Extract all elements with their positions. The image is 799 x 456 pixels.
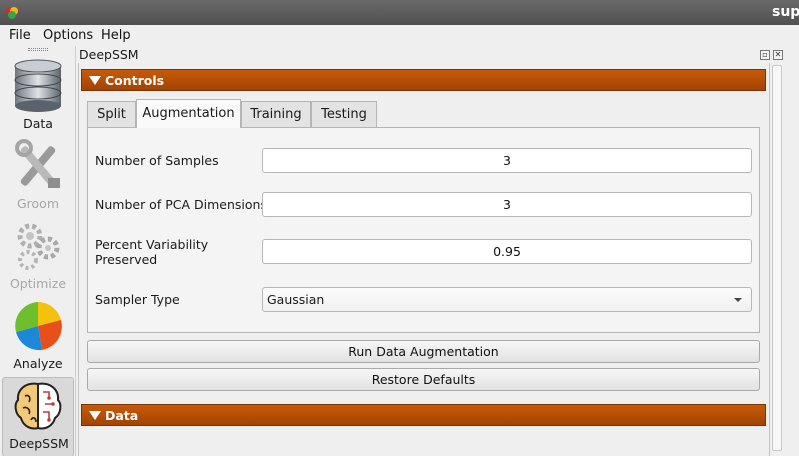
module-analyze-label: Analyze (13, 356, 63, 371)
module-analyze-button[interactable]: Analyze (2, 298, 74, 378)
num-pca-label: Number of PCA Dimensions (95, 197, 267, 212)
brain-icon (14, 382, 62, 430)
num-pca-input[interactable]: 3 (262, 192, 752, 217)
toolbar-grip[interactable] (28, 48, 48, 51)
num-samples-input[interactable]: 3 (262, 148, 752, 173)
controls-section-header[interactable]: Controls (81, 69, 766, 91)
vertical-scrollbar[interactable] (770, 63, 786, 456)
data-section-header[interactable]: Data (81, 404, 766, 426)
menu-file[interactable]: File (9, 28, 31, 43)
module-optimize-label: Optimize (9, 276, 67, 291)
module-data-label: Data (23, 116, 53, 131)
module-groom-button[interactable]: Groom (2, 138, 74, 218)
collapse-triangle-icon (89, 411, 101, 420)
tab-training[interactable]: Training (241, 101, 311, 127)
dock-close-icon[interactable]: ✕ (773, 50, 783, 60)
collapse-triangle-icon (89, 76, 101, 85)
num-samples-label: Number of Samples (95, 153, 219, 168)
tab-testing[interactable]: Testing (311, 101, 377, 127)
tools-icon (15, 139, 60, 188)
gears-icon (17, 223, 60, 270)
controls-section-label: Controls (105, 73, 165, 88)
chevron-down-icon (734, 298, 742, 302)
module-deepssm-label: DeepSSM (9, 436, 69, 451)
module-toolbar: Data Groom Optimize Analyze DeepSSM (0, 46, 76, 456)
dock-title: DeepSSM (79, 47, 139, 62)
pie-chart-icon (15, 302, 62, 351)
menu-bar: File Options Help (0, 25, 799, 46)
menu-options[interactable]: Options (43, 28, 93, 43)
restore-defaults-button[interactable]: Restore Defaults (87, 368, 760, 391)
window-title-bar: sup (0, 0, 799, 25)
tab-augmentation[interactable]: Augmentation (136, 99, 241, 128)
sampler-type-value: Gaussian (267, 292, 325, 307)
module-optimize-button[interactable]: Optimize (2, 218, 74, 298)
database-icon (14, 59, 62, 112)
percent-variability-label: Percent Variability Preserved (95, 237, 209, 267)
app-logo-icon (6, 7, 18, 19)
module-data-button[interactable]: Data (2, 58, 74, 138)
run-data-augmentation-button[interactable]: Run Data Augmentation (87, 340, 760, 363)
data-section-label: Data (105, 408, 139, 423)
window-title: sup (772, 4, 799, 20)
menu-help[interactable]: Help (101, 28, 131, 43)
sampler-type-label: Sampler Type (95, 292, 180, 307)
module-deepssm-button[interactable]: DeepSSM (2, 377, 74, 456)
sampler-type-select[interactable]: Gaussian (262, 287, 752, 312)
scrollbar-handle[interactable] (772, 65, 782, 451)
tab-split[interactable]: Split (87, 101, 136, 127)
dock-float-icon[interactable]: ▫ (760, 50, 770, 60)
percent-variability-input[interactable]: 0.95 (262, 239, 752, 264)
module-groom-label: Groom (16, 196, 60, 211)
